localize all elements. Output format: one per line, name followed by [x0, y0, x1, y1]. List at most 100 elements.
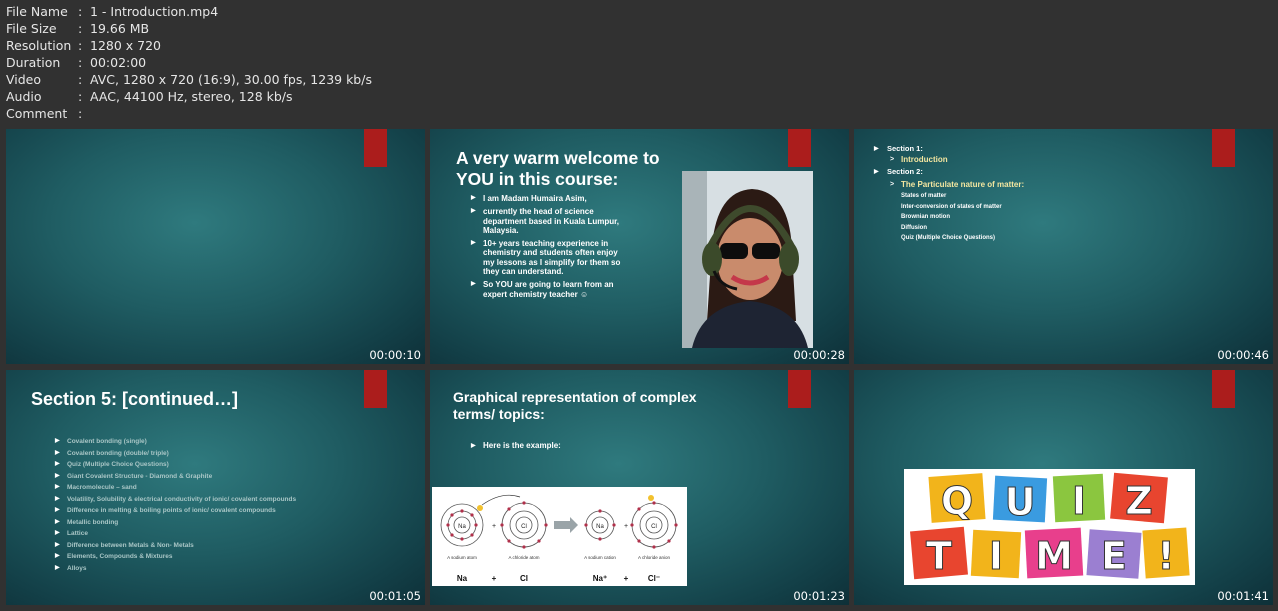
- timestamp-label: 00:01:41: [1217, 589, 1269, 603]
- outline-section-label: Section 2:: [887, 167, 923, 176]
- outline-subitem: Diffusion: [901, 224, 927, 231]
- quiz-letter: T: [926, 534, 952, 578]
- file-info-panel: File Name : 1 - Introduction.mp4 File Si…: [6, 3, 372, 122]
- file-info-key: Resolution: [6, 38, 72, 53]
- quiz-letter: I: [1072, 479, 1086, 523]
- file-info-value: 1280 x 720: [90, 38, 162, 53]
- slide-title: Section 5: [continued…]: [31, 389, 238, 409]
- quiz-letter: !: [1157, 534, 1174, 578]
- sub-arrow-icon: >: [890, 156, 895, 163]
- file-info-separator: :: [78, 106, 83, 121]
- thumbnail-section-5-slide[interactable]: Section 5: [continued…] Covalent bonding…: [6, 370, 425, 605]
- sub-arrow-icon: >: [890, 181, 895, 188]
- slide-title: A very warm welcome to YOU in this cours…: [456, 148, 660, 189]
- file-info-row: File Size : 19.66 MB: [6, 20, 372, 37]
- slide-red-tab: [364, 370, 387, 408]
- file-info-row: Comment :: [6, 105, 372, 122]
- outline-subitem: Inter-conversion of states of matter: [901, 203, 1002, 210]
- outline-subitem: Brownian motion: [901, 214, 950, 220]
- slide-bullet: Difference in melting & boiling points o…: [55, 505, 395, 517]
- outline-subitem: States of matter: [901, 193, 947, 199]
- instructor-photo-illustration: [682, 171, 813, 348]
- ionic-bonding-diagram: Na Cl Na Cl + + A sodium atom A chloride…: [432, 487, 687, 586]
- quiz-letter: E: [1101, 534, 1127, 578]
- equation-term: Na: [457, 574, 468, 583]
- slide-red-tab: [1212, 370, 1235, 408]
- slide-bullet: 10+ years teaching experience in chemist…: [471, 239, 627, 276]
- ionic-bonding-illustration: Na Cl Na Cl + + A sodium atom A chloride…: [440, 494, 678, 583]
- atom-symbol: Na: [596, 524, 604, 530]
- slide-bullet: Alloys: [55, 563, 395, 575]
- quiz-letter: U: [1005, 480, 1036, 524]
- quiz-time-banner: Q U I Z T I M E !: [904, 469, 1195, 585]
- thumbnail-blank-slide[interactable]: 00:00:10: [6, 129, 425, 364]
- file-info-separator: :: [78, 4, 83, 19]
- equation-term: Cl: [520, 574, 528, 583]
- file-info-row: Audio : AAC, 44100 Hz, stereo, 128 kb/s: [6, 88, 372, 105]
- slide-bullet-list: Here is the example:: [471, 441, 561, 451]
- slide-bullet: Difference between Metals & Non- Metals: [55, 540, 395, 552]
- file-info-key: File Name: [6, 4, 68, 19]
- file-info-value: 19.66 MB: [90, 21, 150, 36]
- slide-red-tab: [364, 129, 387, 167]
- quiz-letter: Q: [941, 479, 973, 523]
- outline-list: ▶ Section 1: > Introduction ▶ Section 2:…: [874, 144, 1024, 244]
- outline-item-label: Introduction: [901, 155, 948, 164]
- slide-bullet: Lattice: [55, 528, 395, 540]
- thumbnail-welcome-slide[interactable]: A very warm welcome to YOU in this cours…: [430, 129, 849, 364]
- slide-red-tab: [788, 370, 811, 408]
- thumbnail-course-outline-slide[interactable]: ▶ Section 1: > Introduction ▶ Section 2:…: [854, 129, 1273, 364]
- thumbnail-quiz-time-slide[interactable]: Q U I Z T I M E ! 00:01:41: [854, 370, 1273, 605]
- file-info-key: Video: [6, 72, 42, 87]
- file-info-separator: :: [78, 89, 83, 104]
- slide-bullet-list: Covalent bonding (single) Covalent bondi…: [55, 436, 395, 574]
- timestamp-label: 00:00:28: [793, 348, 845, 362]
- slide-bullet: Volatility, Solubility & electrical cond…: [55, 494, 395, 506]
- file-info-row: Resolution : 1280 x 720: [6, 37, 372, 54]
- plus-sign: +: [492, 523, 496, 530]
- atom-symbol: Cl: [651, 524, 657, 530]
- thumbnail-graphical-representation-slide[interactable]: Graphical representation of complex term…: [430, 370, 849, 605]
- file-info-row: Video : AVC, 1280 x 720 (16:9), 30.00 fp…: [6, 71, 372, 88]
- slide-bullet: I am Madam Humaira Asim,: [471, 194, 627, 204]
- atom-caption: A sodium cation: [584, 555, 616, 560]
- file-info-separator: :: [78, 38, 83, 53]
- slide-bullet-list: I am Madam Humaira Asim, currently the h…: [471, 194, 627, 299]
- file-info-key: Comment: [6, 106, 68, 121]
- file-info-row: File Name : 1 - Introduction.mp4: [6, 3, 372, 20]
- outline-item-label: The Particulate nature of matter:: [901, 180, 1025, 189]
- outline-item: > The Particulate nature of matter:: [874, 178, 1024, 191]
- file-info-value: 00:02:00: [90, 55, 147, 70]
- file-info-key: Duration: [6, 55, 61, 70]
- slide-bullet: Metallic bonding: [55, 517, 395, 529]
- slide-bullet: Elements, Compounds & Mixtures: [55, 551, 395, 563]
- file-info-value: AVC, 1280 x 720 (16:9), 30.00 fps, 1239 …: [90, 72, 372, 87]
- outline-section-label: Section 1:: [887, 144, 923, 153]
- file-info-separator: :: [78, 55, 83, 70]
- file-info-key: File Size: [6, 21, 57, 36]
- slide-bullet: Macromolecule – sand: [55, 482, 395, 494]
- file-info-separator: :: [78, 21, 83, 36]
- quiz-letter: M: [1035, 534, 1073, 578]
- slide-bullet: Covalent bonding (single): [55, 436, 395, 448]
- outline-subitem: Quiz (Multiple Choice Questions): [901, 235, 996, 241]
- slide-red-tab: [788, 129, 811, 167]
- slide-red-tab: [1212, 129, 1235, 167]
- instructor-photo: [682, 171, 813, 348]
- equation-term: +: [624, 574, 629, 583]
- outline-section-1: ▶ Section 1:: [874, 144, 1024, 154]
- equation-term: +: [492, 574, 497, 583]
- bullet-arrow-icon: ▶: [874, 169, 879, 175]
- atom-symbol: Cl: [521, 524, 527, 530]
- slide-bullet: Covalent bonding (double/ triple): [55, 448, 395, 460]
- atom-caption: A chloride atom: [508, 555, 539, 560]
- file-info-separator: :: [78, 72, 83, 87]
- atom-caption: A sodium atom: [447, 555, 477, 560]
- slide-bullet: Quiz (Multiple Choice Questions): [55, 459, 395, 471]
- atom-symbol: Na: [458, 524, 466, 530]
- slide-title: Graphical representation of complex term…: [453, 389, 697, 422]
- file-info-value: AAC, 44100 Hz, stereo, 128 kb/s: [90, 89, 293, 104]
- quiz-letter: I: [989, 534, 1003, 578]
- atom-caption: A chloride anion: [638, 555, 671, 560]
- file-info-value: 1 - Introduction.mp4: [90, 4, 219, 19]
